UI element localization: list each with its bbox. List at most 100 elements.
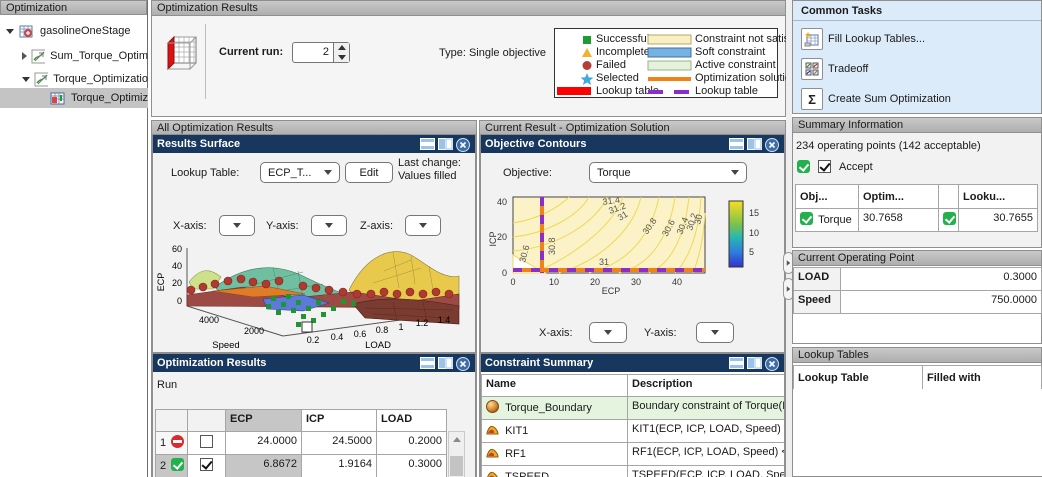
lookup-tables-empty-body [793,389,1042,476]
load-tick: 0.6 [354,329,367,339]
table-scrollbar[interactable] [448,431,465,477]
tree-item-label: Torque_Optimizatio [53,73,148,85]
split-horizontal-icon[interactable] [729,138,744,150]
constraint-desc[interactable]: RF1(ECP, ICP, LOAD, Speed) <= [627,442,784,466]
accept-checkbox-checked[interactable] [200,458,213,471]
constraint-desc[interactable]: Boundary constraint of Torque(E [627,396,784,420]
optimization-results-table-panel: Optimization Results Run ECP ICP LOAD 1 … [152,353,476,477]
objective-contours-panel: Objective Contours Objective: Torque 31.… [480,134,785,353]
constraint-desc[interactable]: TSPEED(ECP, ICP, LOAD, Spe [627,465,784,477]
summary-objective-cell[interactable]: Torque [795,208,859,232]
summary-lookup-value[interactable]: 30.7655 [958,208,1038,232]
row1-header[interactable]: 1 [155,431,188,455]
constraint-col-description[interactable]: Description [627,374,784,397]
edit-button[interactable]: Edit [345,162,393,183]
summary-col-optim[interactable]: Optim... [858,184,939,209]
success-status-icon [800,212,813,225]
x-axis-dropdown[interactable] [219,215,255,236]
row1-load[interactable]: 0.2000 [376,431,447,455]
split-vertical-icon[interactable] [438,357,453,369]
tree-item-label: gasolineOneStage [40,25,131,37]
expander-closed-icon[interactable] [22,52,27,60]
tree-item-torque-optimization[interactable]: Torque_Optimizatio [0,69,148,89]
split-horizontal-icon[interactable] [729,357,744,369]
tree-item-gasolineOneStage[interactable]: gasolineOneStage [0,21,148,41]
row2-header[interactable]: 2 [155,454,188,477]
constraint-row-kit1[interactable]: KIT1 [481,419,628,443]
constraint-row-torque-boundary[interactable]: Torque_Boundary [481,396,628,420]
optimization-icon [31,49,46,63]
project-icon [19,25,33,37]
lookup-table-label: Lookup Table: [171,167,240,179]
row2-load[interactable]: 0.3000 [376,454,447,477]
objective-name: Torque [818,214,852,226]
task-label: Tradeoff [828,63,869,75]
constraint-col-name[interactable]: Name [481,374,628,397]
objective-contour-plot[interactable]: 31.4 31.2 31 30.8 30.6 30.4 30.2 30 30.6… [489,193,779,305]
contour-label: 30.8 [547,237,557,255]
z-tick: 20 [172,278,182,288]
objective-dropdown[interactable]: Torque [589,162,747,183]
row1-ecp[interactable]: 24.0000 [225,431,302,455]
split-vertical-icon[interactable] [747,357,762,369]
spinner-up-button[interactable] [334,43,349,53]
row2-icp[interactable]: 1.9164 [301,454,377,477]
row1-icp[interactable]: 24.5000 [301,431,377,455]
y-axis-dropdown[interactable] [311,215,347,236]
tree-item-sum-torque[interactable]: Sum_Torque_Optim [0,46,148,66]
summary-col-looku[interactable]: Looku... [958,184,1038,209]
row2-ecp[interactable]: 6.8672 [225,454,302,477]
summary-optimized-value[interactable]: 30.7658 [858,208,939,232]
row2-accept-cell[interactable] [187,454,226,477]
constraint-row-rf1[interactable]: RF1 [481,442,628,466]
op-row-speed-value[interactable]: 750.0000 [840,290,1042,314]
z-axis-dropdown[interactable] [405,215,441,236]
common-tasks-title: Common Tasks [793,1,1041,21]
split-horizontal-icon[interactable] [420,138,435,150]
lookup-col-table[interactable]: Lookup Table [793,365,923,390]
scrollbar-thumb[interactable] [450,456,463,476]
lookup-table-dropdown[interactable]: ECP_T... [260,162,340,183]
spinner-down-button[interactable] [334,52,349,62]
objective-value: Torque [597,166,631,179]
legend-label-lookup-table-line: Lookup table [695,85,758,97]
tree-item-torque-output-selected[interactable]: Torque_Optimiz [0,88,148,108]
split-vertical-icon[interactable] [438,138,453,150]
col-header-icp[interactable]: ICP [301,409,377,432]
scroll-up-button[interactable] [449,432,464,447]
results-surface-3d-plot[interactable]: 60 40 20 0 ECP 4000 2000 Speed 0.2 0.4 0… [153,238,476,353]
x-tick: 0 [510,277,515,287]
split-horizontal-icon[interactable] [420,357,435,369]
row1-accept-cell[interactable] [187,431,226,455]
chevron-down-icon [731,170,739,175]
col-header-ecp[interactable]: ECP [225,409,302,432]
constraint-row-tspeed[interactable]: TSPEED [481,465,628,477]
summary-col-obj[interactable]: Obj... [795,184,859,209]
close-icon[interactable] [765,357,780,371]
contour-y-axis-dropdown[interactable] [696,322,734,343]
summary-lookup-status-cell[interactable] [938,208,959,232]
expander-open-icon[interactable] [6,28,14,34]
accept-checkbox-unchecked[interactable] [200,435,213,448]
close-icon[interactable] [456,138,471,152]
tradeoff-task[interactable]: Tradeoff [801,57,868,81]
close-icon[interactable] [765,138,780,152]
fill-lookup-tables-task[interactable]: Fill Lookup Tables... [801,27,925,51]
split-vertical-icon[interactable] [747,138,762,150]
selected-point-marker[interactable] [301,321,313,333]
constraint-desc[interactable]: KIT1(ECP, ICP, LOAD, Speed) <= [627,419,784,443]
expander-open-icon[interactable] [22,76,30,82]
load-tick: 0.2 [307,335,320,345]
lookup-col-filled[interactable]: Filled with [922,365,1042,390]
z-axis-title: ECP [156,273,166,292]
lookup-cube-icon [167,35,197,71]
close-icon[interactable] [456,357,471,371]
col-header-load[interactable]: LOAD [376,409,447,432]
op-row-load-value[interactable]: 0.3000 [840,267,1042,291]
contour-x-axis-dropdown[interactable] [589,322,627,343]
create-sum-optimization-task[interactable]: Σ Create Sum Optimization [801,87,951,111]
accept-checkbox[interactable] [818,160,831,173]
current-run-value[interactable]: 2 [293,43,333,62]
current-run-spinner[interactable]: 2 [292,42,350,63]
y-tick: 20 [497,232,507,242]
